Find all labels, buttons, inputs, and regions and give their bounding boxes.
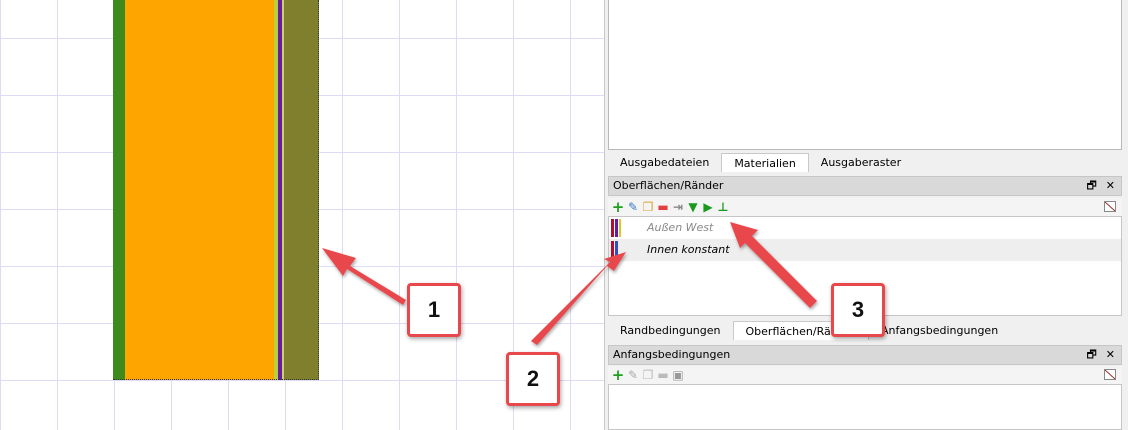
remove-icon[interactable]: ▬ bbox=[657, 369, 669, 381]
diagonal-view-icon[interactable] bbox=[1104, 369, 1116, 380]
add-icon[interactable]: + bbox=[612, 368, 625, 383]
tab-ausgaberaster[interactable]: Ausgaberaster bbox=[809, 153, 913, 172]
layer-orange[interactable] bbox=[125, 0, 274, 380]
restore-icon[interactable]: 🗗 bbox=[1086, 177, 1096, 195]
tab-materialien[interactable]: Materialien bbox=[721, 153, 809, 172]
color-swatch bbox=[611, 241, 614, 259]
list-item-label: Innen konstant bbox=[647, 243, 730, 256]
right-panel: Ausgabedateien Materialien Ausgaberaster… bbox=[608, 0, 1128, 430]
edit-icon[interactable]: ✎ bbox=[627, 201, 639, 213]
edit-icon[interactable]: ✎ bbox=[627, 369, 639, 381]
initial-dock-title: Anfangsbedingungen 🗗 ✕ bbox=[608, 345, 1122, 365]
close-icon[interactable]: ✕ bbox=[1106, 346, 1115, 364]
move-in-icon[interactable]: ⇥ bbox=[672, 201, 684, 213]
surfaces-dock-title: Oberflächen/Ränder 🗗 ✕ bbox=[608, 176, 1122, 196]
close-icon[interactable]: ✕ bbox=[1106, 177, 1115, 195]
tab-anfangsbedingungen[interactable]: Anfangsbedingungen bbox=[869, 321, 1010, 340]
color-swatch bbox=[619, 219, 621, 237]
wall-construction[interactable] bbox=[113, 0, 319, 380]
import-icon[interactable]: ▣ bbox=[672, 369, 684, 381]
color-swatch bbox=[615, 241, 618, 259]
copy-icon[interactable]: ❐ bbox=[642, 369, 654, 381]
layer-olive[interactable] bbox=[284, 0, 319, 380]
insert-icon[interactable]: ⊥ bbox=[717, 201, 729, 213]
layer-green[interactable] bbox=[113, 0, 125, 380]
restore-icon[interactable]: 🗗 bbox=[1086, 346, 1096, 364]
move-right-icon[interactable]: ▶ bbox=[702, 201, 714, 213]
callout-2: 2 bbox=[506, 352, 560, 406]
top-view-pane bbox=[608, 0, 1122, 150]
surfaces-dock-title-text: Oberflächen/Ränder bbox=[613, 179, 724, 192]
add-icon[interactable]: + bbox=[612, 200, 625, 215]
top-tabbar: Ausgabedateien Materialien Ausgaberaster bbox=[608, 153, 1123, 173]
move-down-icon[interactable]: ▼ bbox=[687, 201, 699, 213]
list-item[interactable]: Außen West bbox=[609, 217, 1121, 239]
list-item-label: Außen West bbox=[647, 221, 714, 234]
diagonal-view-icon[interactable] bbox=[1104, 201, 1116, 212]
surfaces-toolbar: + ✎ ❐ ▬ ⇥ ▼ ▶ ⊥ bbox=[608, 198, 1122, 216]
initial-dock-title-text: Anfangsbedingungen bbox=[613, 348, 731, 361]
initial-toolbar: + ✎ ❐ ▬ ▣ bbox=[608, 366, 1122, 384]
tab-randbedingungen[interactable]: Randbedingungen bbox=[608, 321, 733, 340]
callout-1: 1 bbox=[407, 283, 461, 337]
copy-icon[interactable]: ❐ bbox=[642, 201, 654, 213]
remove-icon[interactable]: ▬ bbox=[657, 201, 669, 213]
list-item[interactable]: Innen konstant bbox=[609, 239, 1121, 261]
tab-ausgabedateien[interactable]: Ausgabedateien bbox=[608, 153, 721, 172]
color-swatch bbox=[615, 219, 618, 237]
color-swatch bbox=[611, 219, 614, 237]
initial-list[interactable] bbox=[608, 384, 1122, 430]
callout-3: 3 bbox=[831, 283, 885, 337]
